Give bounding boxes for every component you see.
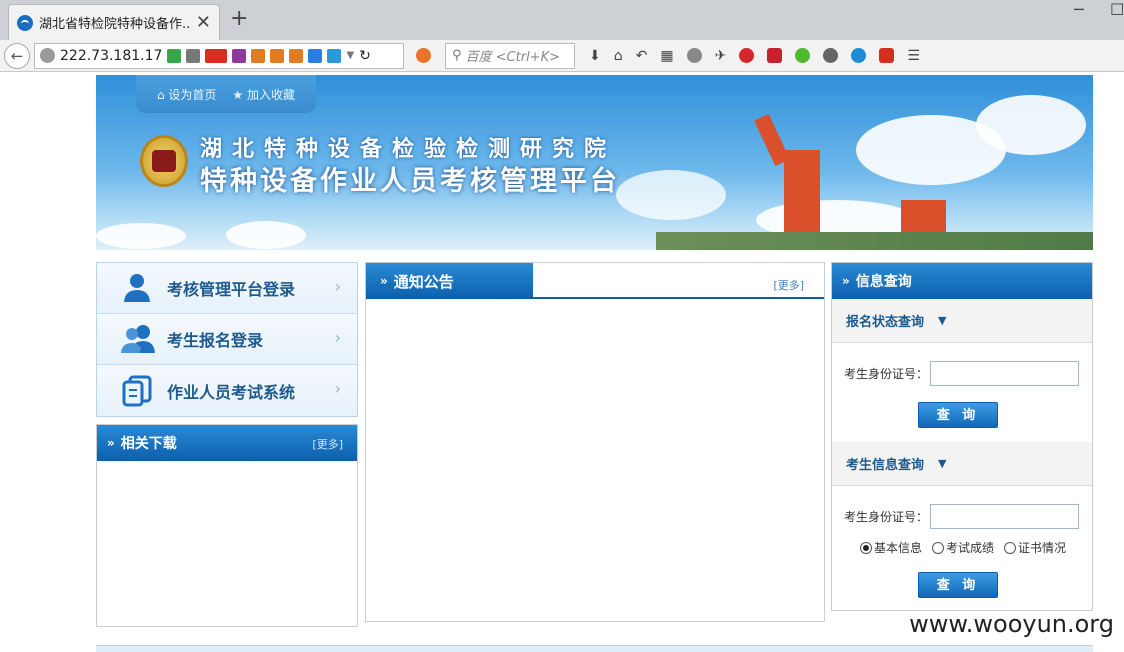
layers-icon[interactable] <box>823 48 839 63</box>
radio-exam-score[interactable]: 考试成绩 <box>932 539 994 556</box>
dropdown-icon[interactable]: ▼ <box>346 50 354 61</box>
home-icon[interactable]: ⌂ <box>614 48 623 64</box>
address-bar[interactable]: 222.73.181.17 ▼ ↻ <box>34 42 404 69</box>
radio-basic-info[interactable]: 基本信息 <box>860 539 922 556</box>
java-icon <box>251 48 266 63</box>
chevron-right-icon: › <box>334 379 341 398</box>
set-home-link[interactable]: ⌂ 设为首页 <box>157 86 216 103</box>
globe-icon <box>40 48 55 63</box>
downloads-panel: » 相关下载 [更多] <box>96 424 358 627</box>
crane-image <box>784 150 820 245</box>
query-title-bar: » 信息查询 <box>832 263 1092 299</box>
double-chevron-icon: » <box>380 274 388 288</box>
top-links: ⌂ 设为首页 ★ 加入收藏 <box>136 75 316 113</box>
notice-title: 通知公告 <box>393 272 454 291</box>
back-button[interactable]: ← <box>4 42 30 69</box>
fly-icon[interactable]: ✈ <box>715 48 727 64</box>
chevron-right-icon: › <box>334 328 341 347</box>
adblock-icon[interactable] <box>739 48 755 63</box>
undo-icon[interactable]: ↶ <box>636 48 648 64</box>
search-placeholder: 百度 <Ctrl+K> <box>465 50 560 65</box>
windows-icon <box>308 48 323 63</box>
national-emblem-logo <box>140 135 188 187</box>
qr-code-icon[interactable] <box>186 48 201 63</box>
downloads-title-bar: » 相关下载 [更多] <box>97 425 357 461</box>
document-icon <box>121 375 153 407</box>
crop-icon[interactable]: ▦ <box>660 48 673 64</box>
fu-icon[interactable] <box>879 48 895 63</box>
browser-titlebar: 湖北省特检院特种设备作... ✕ + ─ ☐ <box>0 0 1124 40</box>
add-favorite-link[interactable]: ★ 加入收藏 <box>232 86 295 103</box>
query-title: 信息查询 <box>855 274 912 290</box>
id-label: 考生身份证号： <box>844 367 929 381</box>
monster-icon[interactable] <box>767 48 783 63</box>
close-tab-icon[interactable]: ✕ <box>196 12 211 33</box>
status-query-section[interactable]: 报名状态查询 ▼ <box>832 299 1092 343</box>
downloads-title: 相关下载 <box>120 436 177 452</box>
tab-title: 湖北省特检院特种设备作... <box>39 17 190 32</box>
search-input[interactable]: ⚲ 百度 <Ctrl+K> <box>445 42 575 69</box>
feather-icon <box>232 48 247 63</box>
header-banner: ⌂ 设为首页 ★ 加入收藏 湖北特种设备检验检测研究院 特种设备作业人员考核管理… <box>96 75 1093 250</box>
menu-icon[interactable]: ☰ <box>907 48 920 64</box>
home-icon: ⌂ <box>156 87 169 102</box>
info-type-radios: 基本信息 考试成绩 证书情况 <box>860 539 1080 556</box>
info-query-button[interactable]: 查 询 <box>918 572 998 598</box>
status-query-button[interactable]: 查 询 <box>918 402 998 428</box>
id-label: 考生身份证号： <box>844 510 929 524</box>
url-text[interactable]: 222.73.181.17 <box>60 48 162 64</box>
restore-icon[interactable]: ☐ <box>1110 0 1124 19</box>
globe-icon[interactable] <box>851 48 867 63</box>
page-content: ⌂ 设为首页 ★ 加入收藏 湖北特种设备检验检测研究院 特种设备作业人员考核管理… <box>96 75 1093 627</box>
notice-tab[interactable]: » 通知公告 <box>366 263 533 299</box>
footer-strip <box>96 645 1093 652</box>
chevron-down-icon: ▼ <box>938 314 947 327</box>
settings-icon[interactable] <box>686 48 702 63</box>
platform-title: 特种设备作业人员考核管理平台 <box>200 166 620 197</box>
watermark: www.wooyun.org <box>909 610 1114 638</box>
login-link-exam-system[interactable]: 作业人员考试系统 › <box>97 365 357 416</box>
download-icon[interactable]: ⬇ <box>589 48 601 64</box>
login-link-exam-admin[interactable]: 考核管理平台登录 › <box>97 263 357 314</box>
info-query-section[interactable]: 考生信息查询 ▼ <box>832 442 1092 486</box>
search-icon: ⚲ <box>452 48 462 63</box>
chevron-down-icon: ▼ <box>938 457 947 470</box>
minimize-icon[interactable]: ─ <box>1074 0 1084 19</box>
login-links-box: 考核管理平台登录 › 考生报名登录 › 作业人员考试系统 › <box>96 262 358 417</box>
chevron-right-icon: › <box>334 277 341 296</box>
block-icon[interactable] <box>416 48 431 63</box>
login-link-candidate[interactable]: 考生报名登录 › <box>97 314 357 365</box>
double-chevron-icon: » <box>842 274 850 288</box>
ie-icon <box>327 48 342 63</box>
site-favicon-icon <box>17 14 33 31</box>
notice-more-link[interactable]: [更多] <box>773 277 804 293</box>
china-flag-icon <box>205 48 228 63</box>
status-query-form: 考生身份证号： 查 询 <box>832 343 1092 442</box>
browser-tab[interactable]: 湖北省特检院特种设备作... ✕ <box>8 4 220 40</box>
group-icon <box>121 323 155 355</box>
java-icon <box>289 48 304 63</box>
person-icon <box>121 272 153 304</box>
reload-icon[interactable]: ↻ <box>359 48 371 64</box>
notice-panel: » 通知公告 [更多] <box>365 262 825 622</box>
java-icon <box>270 48 285 63</box>
info-id-input[interactable] <box>930 504 1080 529</box>
status-id-input[interactable] <box>930 361 1080 386</box>
shield-icon[interactable] <box>167 48 182 63</box>
downloads-more-link[interactable]: [更多] <box>312 436 343 452</box>
double-chevron-icon: » <box>107 436 115 450</box>
browser-navbar: ← 222.73.181.17 ▼ ↻ ⚲ 百度 <Ctrl+K> ⬇ ⌂ ↶ … <box>0 40 1124 72</box>
info-query-form: 考生身份证号： 基本信息 考试成绩 证书情况 查 询 <box>832 486 1092 610</box>
radio-certificate[interactable]: 证书情况 <box>1004 539 1066 556</box>
query-panel: » 信息查询 报名状态查询 ▼ 考生身份证号： 查 询 考生信息查询 ▼ 考生身… <box>831 262 1093 611</box>
star-icon: ★ <box>232 87 247 102</box>
new-tab-button[interactable]: + <box>230 6 248 31</box>
green-dot-icon[interactable] <box>795 48 811 63</box>
